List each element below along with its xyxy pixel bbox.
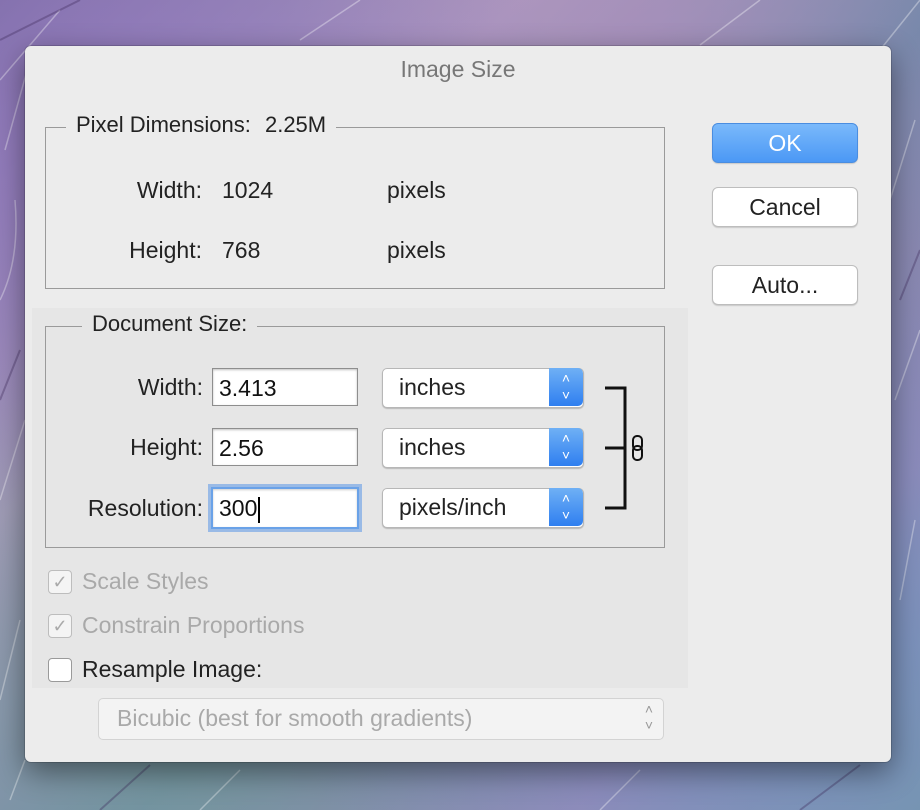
image-size-dialog: Image Size Pixel Dimensions: 2.25M Width…: [25, 46, 891, 762]
up-down-chevron-icon: ˄ ˅: [549, 428, 583, 466]
up-down-chevron-icon: ˄ ˅: [644, 701, 653, 733]
pixel-dimensions-legend: Pixel Dimensions: 2.25M: [66, 112, 337, 138]
pixel-dimensions-label: Pixel Dimensions:: [76, 112, 251, 137]
resample-method-value: Bicubic (best for smooth gradients): [117, 705, 473, 731]
checkbox-box: [48, 657, 72, 682]
pixel-height-value: 768: [222, 237, 261, 263]
doc-width-field[interactable]: 3.413: [212, 368, 358, 406]
link-icon: [605, 386, 643, 510]
cancel-button[interactable]: Cancel: [712, 187, 858, 227]
pixel-width-value: 1024: [222, 177, 274, 203]
auto-button[interactable]: Auto...: [712, 265, 858, 305]
doc-width-unit-value: inches: [399, 374, 466, 400]
resolution-label: Resolution:: [87, 495, 203, 521]
up-down-chevron-icon: ˄ ˅: [549, 368, 583, 406]
constrain-proportions-label: Constrain Proportions: [82, 612, 305, 638]
doc-width-label: Width:: [137, 374, 203, 400]
doc-width-unit-select[interactable]: inches ˄ ˅: [382, 368, 584, 408]
doc-height-field[interactable]: 2.56: [212, 428, 358, 466]
up-down-chevron-icon: ˄ ˅: [549, 488, 583, 526]
text-caret: [258, 496, 261, 523]
checkmark-icon: ✓: [48, 569, 72, 594]
scale-styles-label: Scale Styles: [82, 568, 209, 594]
resolution-unit-value: pixels/inch: [399, 494, 507, 520]
resample-image-label: Resample Image:: [82, 656, 263, 682]
resample-method-select[interactable]: Bicubic (best for smooth gradients) ˄ ˅: [98, 698, 664, 740]
scale-styles-checkbox[interactable]: ✓ Scale Styles: [48, 568, 209, 595]
constrain-proportions-checkbox[interactable]: ✓ Constrain Proportions: [48, 612, 304, 639]
document-size-label: Document Size:: [82, 311, 258, 337]
doc-height-label: Height:: [130, 434, 203, 460]
resolution-field[interactable]: 300: [211, 487, 359, 529]
resample-image-checkbox[interactable]: Resample Image:: [48, 656, 262, 683]
ok-button[interactable]: OK: [712, 123, 858, 163]
pixel-height-label: Height:: [129, 237, 202, 263]
doc-height-unit-value: inches: [399, 434, 466, 460]
pixel-height-unit: pixels: [387, 237, 446, 263]
dialog-title: Image Size: [400, 56, 516, 82]
checkmark-icon: ✓: [48, 613, 72, 638]
pixel-width-unit: pixels: [387, 177, 446, 203]
pixel-width-label: Width:: [136, 177, 202, 203]
pixel-dimensions-group: Pixel Dimensions: 2.25M: [45, 112, 665, 289]
doc-height-unit-select[interactable]: inches ˄ ˅: [382, 428, 584, 468]
pixel-dimensions-size: 2.25M: [264, 112, 327, 137]
resolution-unit-select[interactable]: pixels/inch ˄ ˅: [382, 488, 584, 528]
resolution-field-value: 300: [219, 495, 258, 521]
